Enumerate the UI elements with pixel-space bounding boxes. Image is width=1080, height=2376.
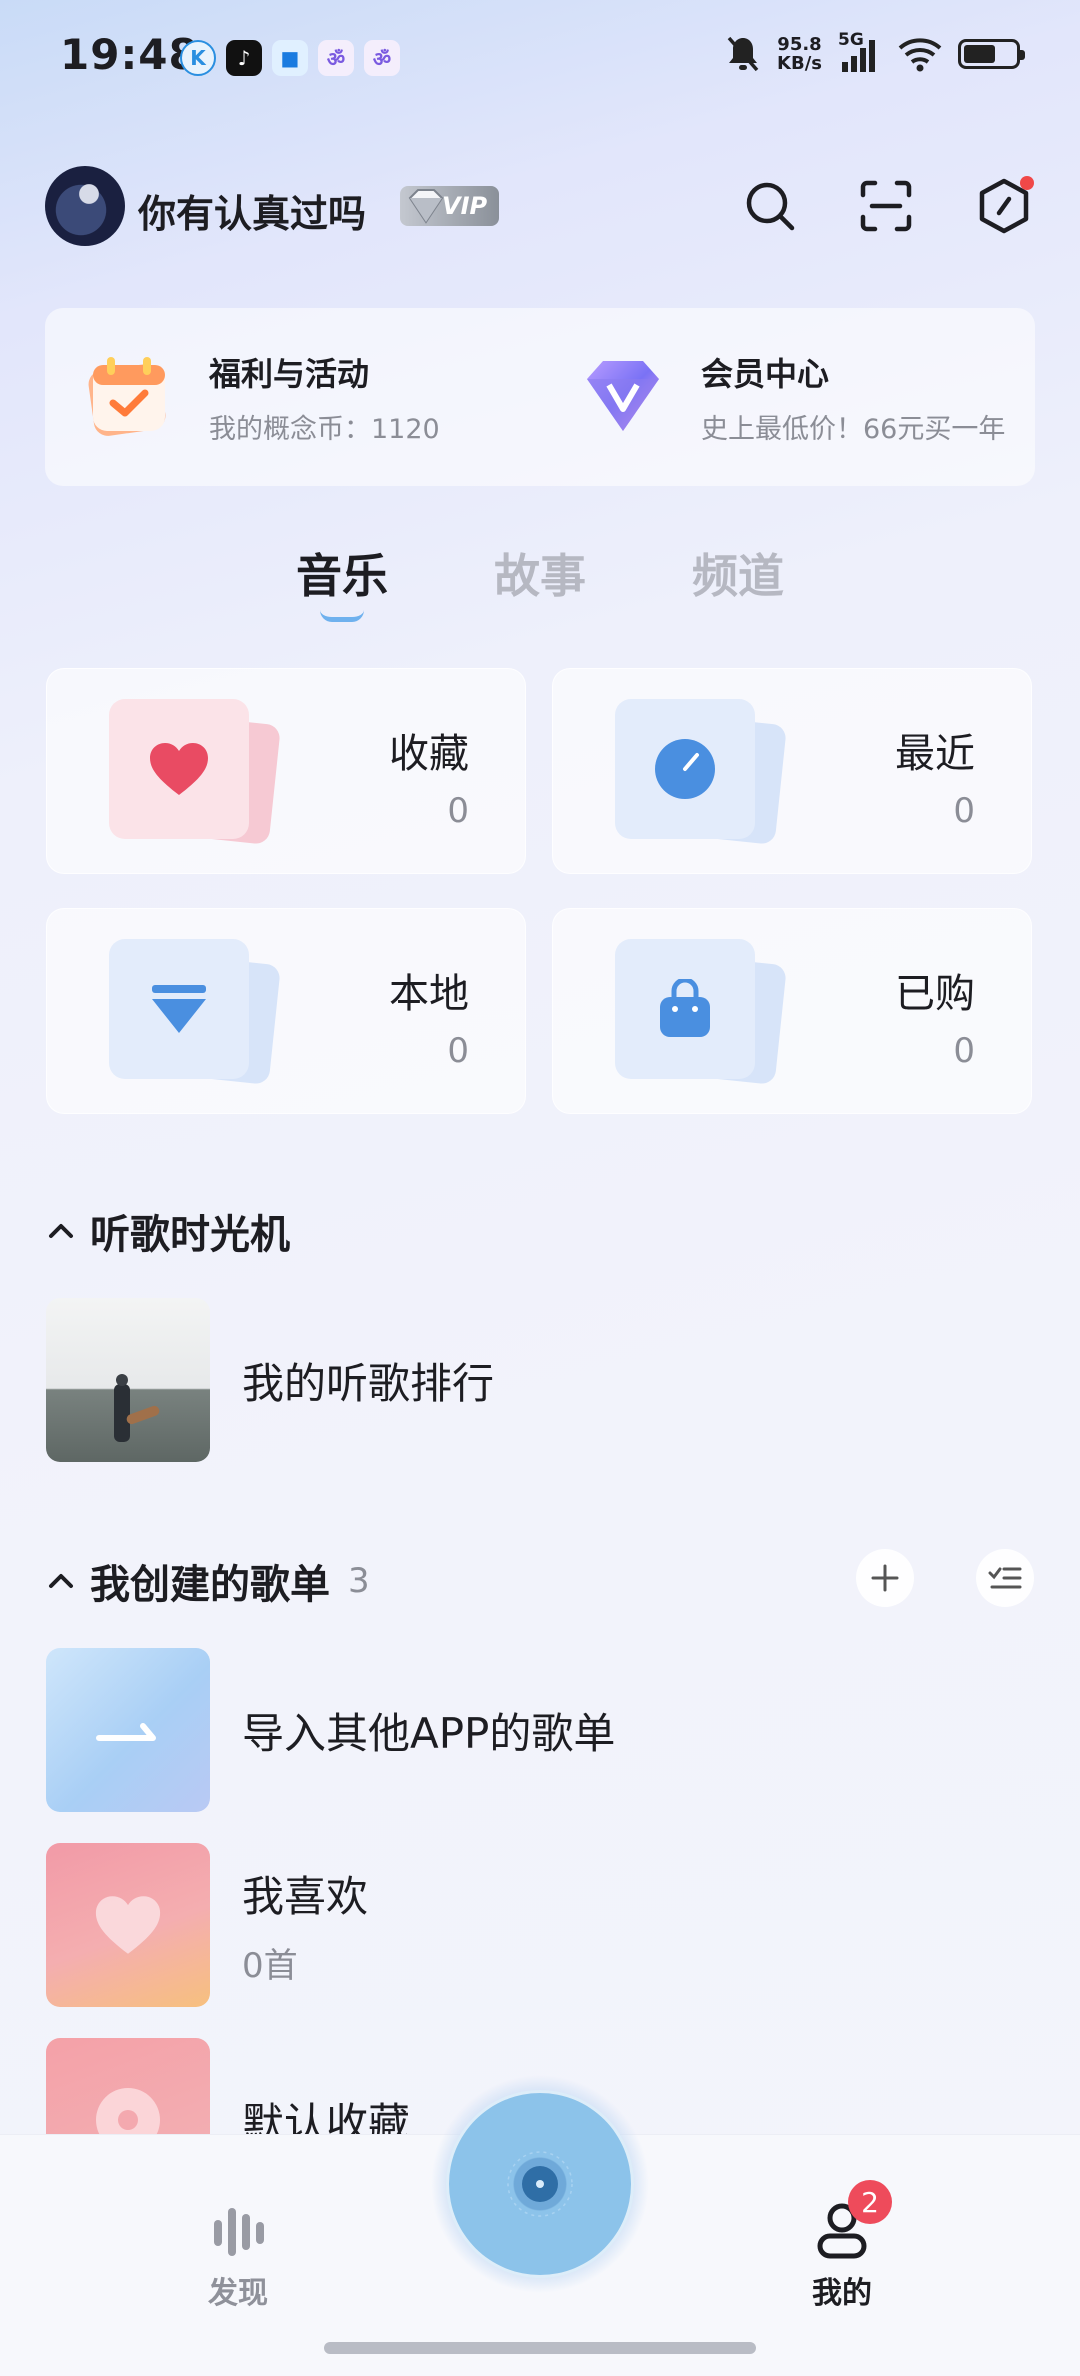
playlist-song-count: 0首 — [242, 1946, 298, 1986]
promo-card: 福利与活动 我的概念币：1120 会员中心 史上最低价！66元买一年 — [45, 308, 1035, 486]
username[interactable]: 你有认真过吗 — [138, 183, 366, 238]
calendar-check-icon — [88, 357, 166, 436]
nav-discover-label: 发现 — [208, 2276, 268, 2311]
status-right: 95.8 KB/s 5G — [725, 30, 1025, 74]
playlist-item-import[interactable]: 导入其他APP的歌单 — [46, 1648, 615, 1812]
liked-cover — [46, 1843, 210, 2007]
import-cover — [46, 1648, 210, 1812]
kugou-notif-icon: K — [180, 40, 216, 76]
row-title: 我的听歌排行 — [242, 1358, 495, 1408]
now-playing-disc[interactable] — [446, 2090, 634, 2278]
ranking-cover-image — [46, 1298, 210, 1462]
card-icon-box — [109, 939, 249, 1079]
chevron-up-icon — [49, 1574, 73, 1588]
playlist-title: 导入其他APP的歌单 — [242, 1708, 616, 1758]
time-machine-header[interactable]: 听歌时光机 — [46, 1202, 290, 1260]
card-label: 本地 — [389, 971, 469, 1017]
chevron-up-icon — [49, 1224, 73, 1238]
listening-ranking-row[interactable]: 我的听歌排行 — [46, 1298, 494, 1462]
card-purchased[interactable]: 已购 0 — [552, 908, 1032, 1114]
card-label: 最近 — [895, 731, 975, 777]
card-count: 0 — [953, 791, 975, 831]
section-title: 听歌时光机 — [90, 1212, 290, 1258]
settings-button[interactable] — [974, 176, 1034, 236]
clock-icon — [655, 739, 715, 799]
vinyl-disc-icon — [507, 2151, 573, 2217]
created-playlists-header[interactable]: 我创建的歌单 3 — [46, 1552, 370, 1610]
tab-music-label: 音乐 — [296, 549, 388, 603]
avatar[interactable] — [45, 166, 125, 246]
search-button[interactable] — [740, 176, 800, 236]
vip-diamond-icon — [408, 189, 444, 224]
member-subtitle: 史上最低价！66元买一年 — [701, 413, 1006, 445]
notification-icons: K ♪ ■ ॐ ॐ — [180, 40, 400, 76]
notification-dot — [1020, 176, 1034, 190]
card-count: 0 — [447, 1031, 469, 1071]
plus-icon — [871, 1564, 899, 1592]
card-icon-box — [615, 699, 755, 839]
nav-mine-label: 我的 — [812, 2276, 872, 2311]
shopping-bag-icon — [660, 979, 710, 1037]
status-time: 19:48 — [60, 30, 199, 79]
mine-badge: 2 — [848, 2180, 892, 2224]
app-notif-icon-2: ॐ — [364, 40, 400, 76]
battery-icon — [958, 39, 1025, 69]
diamond-icon — [587, 361, 659, 431]
list-manage-icon — [988, 1567, 1022, 1589]
import-arrow-icon — [96, 1723, 156, 1741]
equalizer-icon — [214, 2208, 264, 2256]
card-count: 0 — [447, 791, 469, 831]
home-indicator[interactable] — [324, 2342, 756, 2354]
playlist-item-liked[interactable]: 我喜欢 0首 — [46, 1843, 368, 2007]
tab-music[interactable]: 音乐 — [296, 540, 388, 622]
scan-button[interactable] — [856, 176, 916, 236]
tab-stories[interactable]: 故事 — [494, 540, 586, 606]
benefits-subtitle: 我的概念币：1120 — [209, 413, 440, 445]
tiktok-notif-icon: ♪ — [226, 40, 262, 76]
card-label: 收藏 — [389, 731, 469, 777]
card-count: 0 — [953, 1031, 975, 1071]
playlist-title: 我喜欢 — [242, 1872, 369, 1921]
heart-icon — [95, 1896, 161, 1954]
add-playlist-button[interactable] — [856, 1549, 914, 1607]
mute-bell-icon — [727, 36, 759, 72]
benefits-activity[interactable]: 福利与活动 我的概念币：1120 — [83, 308, 523, 486]
speed-value: 95.8 — [777, 34, 822, 55]
playlist-count: 3 — [348, 1561, 370, 1601]
search-icon — [746, 182, 795, 231]
heart-icon — [150, 743, 208, 795]
card-icon-box — [615, 939, 755, 1079]
member-center[interactable]: 会员中心 史上最低价！66元买一年 — [573, 308, 1013, 486]
tab-indicator — [320, 610, 364, 622]
section-title: 我创建的歌单 — [90, 1562, 330, 1608]
card-local[interactable]: 本地 0 — [46, 908, 526, 1114]
content-tabs: 音乐 故事 频道 — [0, 540, 1080, 622]
speed-unit: KB/s — [777, 53, 822, 74]
manage-playlists-button[interactable] — [976, 1549, 1034, 1607]
signal-icon: 5G — [838, 30, 882, 74]
benefits-title: 福利与活动 — [209, 354, 370, 393]
tab-channels[interactable]: 频道 — [692, 540, 784, 606]
nav-discover[interactable]: 发现 — [196, 2200, 280, 2312]
card-icon-box — [109, 699, 249, 839]
download-arrow-icon — [152, 985, 206, 1033]
card-label: 已购 — [895, 971, 975, 1017]
network-speed: 95.8 KB/s — [777, 35, 822, 73]
app-notif-icon: ॐ — [318, 40, 354, 76]
card-favorites[interactable]: 收藏 0 — [46, 668, 526, 874]
member-title: 会员中心 — [701, 354, 830, 393]
message-notif-icon: ■ — [272, 40, 308, 76]
card-recent[interactable]: 最近 0 — [552, 668, 1032, 874]
wifi-icon — [898, 38, 942, 72]
scan-icon — [860, 180, 912, 232]
